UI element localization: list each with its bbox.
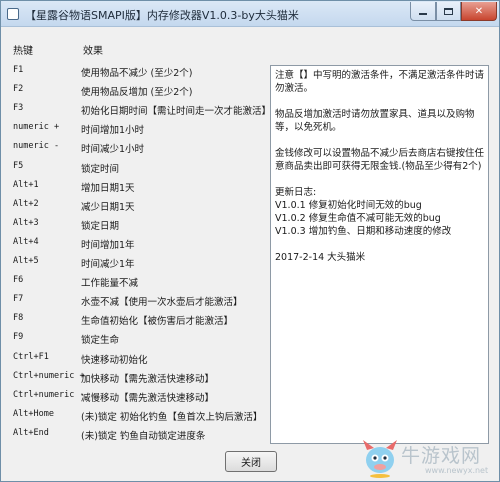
title-bar[interactable]: 【星露谷物语SMAPI版】内存修改器V1.0.3-by大头猫米 ✕	[1, 1, 499, 27]
window-title: 【星露谷物语SMAPI版】内存修改器V1.0.3-by大头猫米	[25, 9, 299, 22]
hotkey-effect: 锁定时间	[81, 163, 120, 175]
maximize-button[interactable]	[436, 2, 461, 21]
note-item-increase: 物品反增加激活时请勿放置家具、道具以及购物等，以免死机。	[275, 109, 475, 133]
watermark-title: 牛游戏网	[401, 445, 482, 467]
hotkey-key: Alt+End	[13, 427, 49, 438]
hotkey-effect: 生命值初始化【被伤害后才能激活】	[81, 316, 234, 328]
hotkey-row: numeric - 时间减少1小时	[1, 141, 271, 159]
close-window-button[interactable]: ✕	[461, 2, 497, 21]
hotkey-effect: 初始化日期时间【需让时间走一次才能激活】	[81, 106, 272, 118]
hotkey-key: F2	[13, 84, 24, 95]
hotkey-effect: 时间减少1年	[81, 259, 135, 270]
hotkey-key: F8	[13, 313, 24, 324]
signature: 2017-2-14 大头猫米	[275, 252, 366, 263]
minimize-button[interactable]	[410, 2, 436, 21]
hotkey-row: Alt+4 时间增加1年	[1, 237, 271, 255]
hotkey-effect: 水壶不减【使用一次水壶后才能激活】	[81, 297, 243, 309]
changelog-entry: V1.0.1 修复初始化时间无效的bug	[275, 200, 422, 211]
changelog-entry: V1.0.2 修复生命值不减可能无效的bug	[275, 213, 441, 224]
column-header-hotkey: 热键	[13, 46, 33, 57]
hotkey-effect: 加快移动【需先激活快速移动】	[81, 373, 215, 385]
hotkey-key: Alt+1	[13, 179, 39, 190]
hotkey-key: F3	[13, 103, 24, 114]
hotkey-row: F7 水壶不减【使用一次水壶后才能激活】	[1, 294, 271, 312]
hotkey-effect: 锁定生命	[81, 335, 120, 347]
hotkey-effect: (未)锁定 初始化钓鱼【鱼首次上钩后激活】	[81, 411, 263, 423]
hotkey-effect: (未)锁定 钓鱼自动锁定进度条	[81, 430, 206, 442]
maximize-icon	[444, 7, 453, 15]
hotkey-effect: 时间减少1小时	[81, 144, 145, 156]
hotkey-effect: 使用物品反增加 (至少2个)	[81, 87, 193, 99]
hotkey-row: Alt+3 锁定日期	[1, 218, 271, 236]
hotkey-row: numeric + 时间增加1小时	[1, 122, 271, 140]
hotkey-row: Alt+2 减少日期1天	[1, 199, 271, 217]
hotkey-row: F9 锁定生命	[1, 332, 271, 350]
hotkey-key: numeric +	[13, 122, 60, 133]
hotkey-key: Alt+5	[13, 256, 39, 266]
hotkey-key: Alt+Home	[13, 408, 54, 419]
hotkey-key: F5	[13, 160, 24, 171]
hotkey-key: Ctrl+numeric -	[13, 389, 85, 400]
changelog-title: 更新日志:	[275, 187, 317, 198]
app-icon	[7, 8, 19, 20]
hotkey-row: Ctrl+numeric + 加快移动【需先激活快速移动】	[1, 371, 271, 389]
hotkey-effect: 使用物品不减少 (至少2个)	[81, 68, 193, 79]
watermark-mascot-icon	[363, 440, 397, 478]
hotkey-effect: 快速移动初始化	[81, 354, 148, 366]
hotkey-key: Alt+4	[13, 236, 39, 247]
hotkey-effect: 工作能量不减	[81, 278, 139, 290]
hotkey-row: Alt+1 增加日期1天	[1, 180, 271, 198]
hotkey-row: F8 生命值初始化【被伤害后才能激活】	[1, 313, 271, 331]
hotkey-effect: 时间增加1年	[81, 239, 135, 251]
hotkey-row: Alt+5 时间减少1年	[1, 256, 271, 274]
hotkey-key: F9	[13, 332, 24, 343]
hotkey-row: F2 使用物品反增加 (至少2个)	[1, 84, 271, 102]
hotkey-key: Ctrl+numeric +	[13, 370, 85, 381]
hotkey-key: F1	[13, 65, 24, 75]
hotkey-effect: 时间增加1小时	[81, 125, 145, 137]
app-window: 【星露谷物语SMAPI版】内存修改器V1.0.3-by大头猫米 ✕ 热键 效果 …	[0, 0, 500, 482]
hotkey-key: Ctrl+F1	[13, 351, 49, 362]
hotkey-row: F6 工作能量不减	[1, 275, 271, 293]
hotkey-row: Ctrl+numeric - 减慢移动【需先激活快速移动】	[1, 390, 271, 408]
column-header-effect: 效果	[83, 46, 103, 57]
hotkey-row: Alt+Home (未)锁定 初始化钓鱼【鱼首次上钩后激活】	[1, 409, 271, 427]
hotkey-key: F7	[13, 294, 24, 305]
minimize-icon	[419, 13, 427, 15]
hotkey-row: Alt+End (未)锁定 钓鱼自动锁定进度条	[1, 428, 271, 446]
hotkey-row: F3 初始化日期时间【需让时间走一次才能激活】	[1, 103, 271, 121]
hotkey-effect: 增加日期1天	[81, 182, 135, 194]
hotkey-row: F5 锁定时间	[1, 161, 271, 179]
hotkey-key: F6	[13, 275, 24, 286]
note-money: 金钱修改可以设置物品不减少后去商店右键按住任意商品卖出即可获得无限金钱.(物品至…	[275, 148, 485, 172]
hotkey-effect: 减慢移动【需先激活快速移动】	[81, 392, 215, 404]
watermark-url: www.newyx.net	[425, 466, 489, 475]
changelog-entry: V1.0.3 增加钓鱼、日期和移动速度的修改	[275, 226, 452, 237]
hotkey-effect: 减少日期1天	[81, 201, 135, 213]
hotkey-row: F1 使用物品不减少 (至少2个)	[1, 65, 271, 83]
hotkey-effect: 锁定日期	[81, 220, 120, 232]
note-activation: 注意【】中写明的激活条件，不满足激活条件时请勿激活。	[275, 70, 485, 94]
notes-textbox[interactable]: 注意【】中写明的激活条件，不满足激活条件时请勿激活。 物品反增加激活时请勿放置家…	[270, 65, 489, 444]
hotkey-key: Alt+3	[13, 217, 39, 228]
hotkey-key: numeric -	[13, 141, 60, 152]
hotkey-key: Alt+2	[13, 198, 39, 209]
hotkey-row: Ctrl+F1 快速移动初始化	[1, 352, 271, 370]
close-button[interactable]: 关闭	[225, 451, 277, 472]
